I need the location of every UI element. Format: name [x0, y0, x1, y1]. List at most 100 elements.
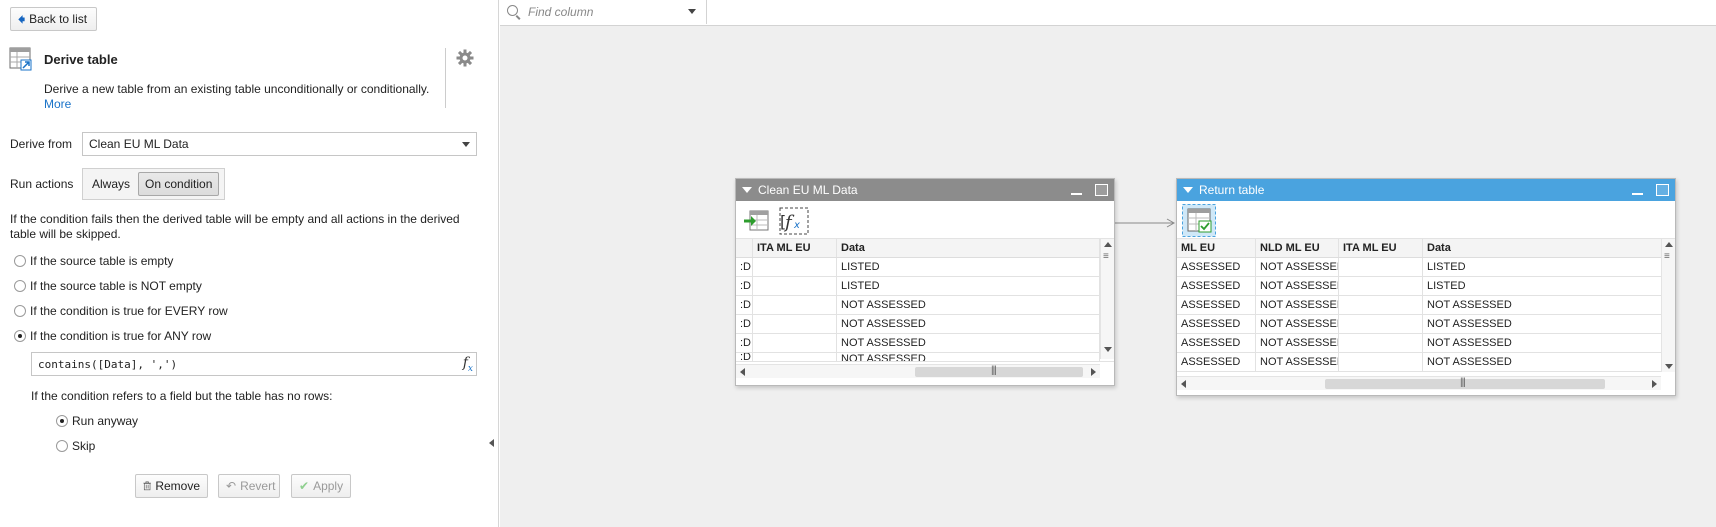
table-cell	[1339, 334, 1423, 352]
check-icon: ✔	[299, 479, 310, 493]
no-rows-label: If the condition refers to a field but t…	[31, 389, 333, 403]
table-cell: NOT ASSESSED	[1423, 353, 1663, 371]
import-table-icon[interactable]	[744, 209, 770, 233]
radio-button[interactable]	[14, 305, 26, 317]
scroll-grip-icon: ≡	[1664, 251, 1670, 262]
revert-button[interactable]: ↶ Revert	[218, 474, 280, 498]
vertical-scrollbar[interactable]: ≡	[1100, 239, 1114, 359]
table-cell	[1339, 353, 1423, 371]
derive-table-icon	[9, 47, 32, 71]
scroll-down-icon[interactable]	[1665, 364, 1673, 369]
option-label: If the source table is NOT empty	[30, 279, 202, 293]
collapse-node-icon[interactable]	[1183, 187, 1193, 193]
run-on-condition-option[interactable]: On condition	[138, 172, 220, 196]
source-data-grid: ITA ML EU Data :D LISTED :D LISTED :D NO…	[736, 239, 1114, 362]
flow-canvas[interactable]: Find column Clean EU ML Data f x [ITA M…	[500, 0, 1716, 527]
radio-button-selected[interactable]	[14, 330, 26, 342]
option-label: If the condition is true for EVERY row	[30, 304, 228, 318]
derive-from-label: Derive from	[10, 137, 73, 151]
formula-icon[interactable]: f x [	[779, 207, 809, 235]
remove-button[interactable]: Remove	[135, 474, 208, 498]
scroll-left-icon[interactable]	[740, 368, 745, 376]
apply-label: Apply	[313, 479, 344, 493]
description-text: Derive a new table from an existing tabl…	[44, 82, 430, 96]
run-actions-label: Run actions	[10, 177, 74, 191]
fx-icon[interactable]: fx	[463, 355, 473, 374]
find-column-input[interactable]: Find column	[500, 0, 707, 24]
return-data-grid: ML EU NLD ML EU ITA ML EU Data ASSESSED …	[1177, 239, 1675, 372]
column-header[interactable]: NLD ML EU	[1256, 239, 1339, 257]
back-to-list-button[interactable]: 🠸 Back to list	[10, 7, 97, 31]
source-node-header[interactable]: Clean EU ML Data	[736, 179, 1114, 201]
return-node-header[interactable]: Return table	[1177, 179, 1675, 201]
column-header[interactable]: Data	[1423, 239, 1663, 257]
minimize-icon[interactable]	[1632, 193, 1643, 195]
table-cell	[1339, 315, 1423, 333]
radio-button-selected[interactable]	[56, 415, 68, 427]
scroll-right-icon[interactable]	[1091, 368, 1096, 376]
scroll-right-icon[interactable]	[1652, 380, 1657, 388]
dropdown-caret-icon[interactable]	[688, 9, 696, 14]
vertical-scrollbar[interactable]: ≡	[1661, 239, 1675, 372]
table-cell: LISTED	[1423, 258, 1663, 276]
collapse-panel-icon[interactable]	[489, 439, 494, 447]
table-cell: ASSESSED	[1177, 277, 1256, 295]
remove-label: Remove	[155, 479, 200, 493]
radio-button[interactable]	[14, 255, 26, 267]
option-source-not-empty[interactable]: If the source table is NOT empty	[14, 279, 202, 293]
horizontal-scrollbar[interactable]: |||	[1177, 376, 1661, 390]
column-header[interactable]	[736, 239, 753, 257]
table-row: ASSESSED NOT ASSESSED NOT ASSESSED	[1177, 353, 1675, 372]
apply-button[interactable]: ✔ Apply	[291, 474, 351, 498]
option-label: Skip	[72, 439, 96, 453]
scroll-thumb[interactable]	[915, 367, 1083, 377]
derive-from-value: Clean EU ML Data	[89, 137, 189, 151]
column-header[interactable]: ITA ML EU	[1339, 239, 1423, 257]
table-cell: NOT ASSESSED	[837, 315, 1100, 333]
scroll-left-icon[interactable]	[1181, 380, 1186, 388]
collapse-node-icon[interactable]	[742, 187, 752, 193]
derive-from-select[interactable]: Clean EU ML Data	[82, 132, 477, 156]
option-label: If the source table is empty	[30, 254, 174, 268]
run-always-label: Always	[92, 177, 131, 191]
horizontal-scrollbar[interactable]: |||	[736, 364, 1100, 378]
option-label: If the condition is true for ANY row	[30, 329, 212, 343]
scroll-up-icon[interactable]	[1665, 242, 1673, 247]
radio-button[interactable]	[14, 280, 26, 292]
more-link[interactable]: More	[44, 97, 71, 111]
revert-icon: ↶	[226, 479, 237, 493]
return-table-icon[interactable]	[1182, 204, 1216, 237]
table-cell	[1339, 277, 1423, 295]
run-on-condition-label: On condition	[145, 177, 213, 191]
run-always-option[interactable]: Always	[86, 172, 136, 196]
maximize-icon[interactable]	[1095, 184, 1108, 196]
table-cell	[753, 353, 837, 361]
column-header[interactable]: ITA ML EU	[753, 239, 837, 257]
return-node-toolbar	[1177, 201, 1675, 239]
scroll-up-icon[interactable]	[1104, 242, 1112, 247]
table-cell: NOT ASSESSED	[837, 296, 1100, 314]
return-table-node[interactable]: Return table ML EU NLD ML EU ITA ML EU D…	[1176, 178, 1676, 396]
maximize-icon[interactable]	[1656, 184, 1669, 196]
scroll-down-icon[interactable]	[1104, 347, 1112, 352]
option-any-row[interactable]: If the condition is true for ANY row	[14, 329, 211, 343]
table-cell: :D	[736, 296, 753, 314]
header-divider	[445, 48, 446, 108]
revert-label: Revert	[240, 479, 276, 493]
option-source-empty[interactable]: If the source table is empty	[14, 254, 173, 268]
scroll-thumb[interactable]	[1325, 379, 1605, 389]
back-arrow-icon: 🠸	[18, 11, 26, 27]
source-table-node[interactable]: Clean EU ML Data f x [ ITA ML EU Data:D…	[735, 178, 1115, 386]
column-header[interactable]: Data	[837, 239, 1100, 257]
option-skip[interactable]: Skip	[56, 439, 95, 453]
option-every-row[interactable]: If the condition is true for EVERY row	[14, 304, 228, 318]
option-run-anyway[interactable]: Run anyway	[56, 414, 138, 428]
table-row: :D NOT ASSESSED	[736, 296, 1114, 315]
table-row: ASSESSED NOT ASSESSED NOT ASSESSED	[1177, 315, 1675, 334]
column-header[interactable]: ML EU	[1177, 239, 1256, 257]
radio-button[interactable]	[56, 440, 68, 452]
condition-formula-input[interactable]: contains([Data], ',') fx	[31, 352, 477, 376]
gear-icon[interactable]	[456, 49, 474, 67]
minimize-icon[interactable]	[1071, 193, 1082, 195]
dropdown-caret-icon	[462, 142, 470, 147]
